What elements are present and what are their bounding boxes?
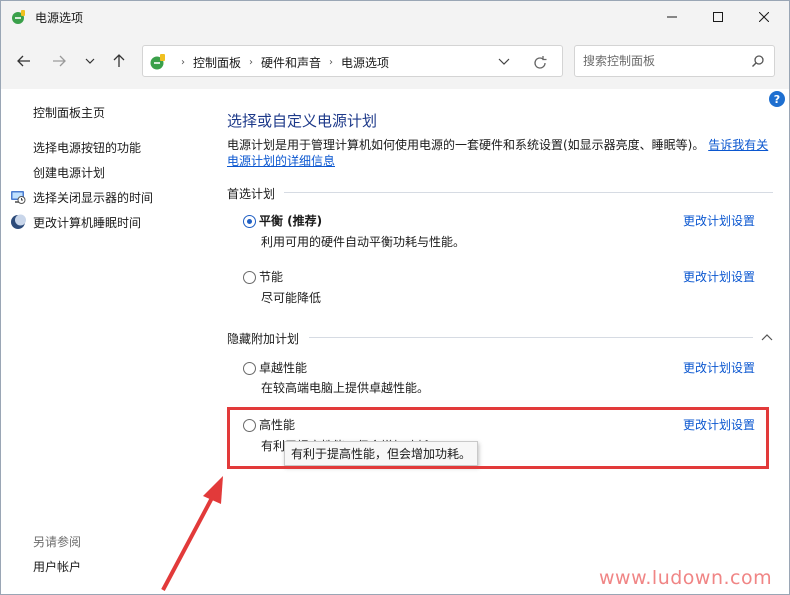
power-options-window: 电源选项 › 控制面板 › 硬件和声音 › 电源选项 搜索控制面板 控制面板主页…	[0, 0, 790, 595]
search-box[interactable]	[574, 45, 775, 77]
user-accounts-link[interactable]: 用户帐户	[33, 558, 81, 575]
window-title: 电源选项	[35, 11, 84, 25]
chevron-down-icon	[85, 58, 95, 64]
forward-button[interactable]	[46, 49, 72, 73]
plan-saver-name[interactable]: 节能	[259, 268, 283, 285]
control-panel-home-link[interactable]: 控制面板主页	[33, 104, 105, 121]
description-text: 电源计划是用于管理计算机如何使用电源的一套硬件和系统设置(如显示器亮度、睡眠等)…	[227, 138, 705, 152]
breadcrumb-hardware-sound[interactable]: 硬件和声音	[261, 54, 321, 71]
plan-ultimate-radio[interactable]	[243, 362, 256, 375]
annotation-arrow-icon	[161, 476, 223, 591]
recent-locations-button[interactable]	[77, 49, 103, 73]
close-icon	[759, 12, 769, 22]
back-button[interactable]	[11, 49, 37, 73]
maximize-button[interactable]	[695, 1, 741, 33]
arrow-left-icon	[17, 55, 30, 67]
plan-balanced-name[interactable]: 平衡 (推荐)	[259, 212, 322, 229]
plan-balanced-change-link[interactable]: 更改计划设置	[683, 212, 755, 229]
sidebar-item-display-off-time[interactable]: 选择关闭显示器的时间	[33, 189, 153, 206]
minimize-button[interactable]	[649, 1, 695, 33]
search-input[interactable]	[583, 52, 743, 70]
minimize-icon	[667, 16, 677, 18]
plan-saver-desc: 尽可能降低	[261, 291, 322, 305]
chevron-up-icon[interactable]	[761, 333, 773, 343]
sidebar-item-power-buttons[interactable]: 选择电源按钮的功能	[33, 139, 141, 156]
help-icon[interactable]: ?	[769, 91, 785, 107]
sidebar-item-sleep-time[interactable]: 更改计算机睡眠时间	[33, 214, 141, 231]
arrow-right-icon	[53, 55, 66, 67]
plan-saver-radio[interactable]	[243, 271, 256, 284]
see-also-heading: 另请参阅	[33, 535, 82, 549]
plan-balanced-desc: 利用可用的硬件自动平衡功耗与性能。	[261, 235, 466, 249]
plan-ultimate-change-link[interactable]: 更改计划设置	[683, 359, 755, 376]
navigation-bar: › 控制面板 › 硬件和声音 › 电源选项	[1, 33, 789, 89]
monitor-clock-icon	[11, 191, 26, 204]
chevron-right-icon: ›	[181, 57, 185, 68]
address-bar[interactable]: › 控制面板 › 硬件和声音 › 电源选项	[142, 45, 563, 77]
power-options-icon	[150, 54, 165, 70]
hidden-plans-heading[interactable]: 隐藏附加计划	[227, 330, 299, 347]
plan-ultimate-desc: 在较高端电脑上提供卓越性能。	[261, 381, 430, 395]
title-bar[interactable]: 电源选项	[1, 1, 789, 33]
breadcrumb-control-panel[interactable]: 控制面板	[193, 54, 241, 71]
power-options-icon	[12, 10, 25, 24]
page-description: 电源计划是用于管理计算机如何使用电源的一套硬件和系统设置(如显示器亮度、睡眠等)…	[227, 137, 777, 169]
chevron-right-icon: ›	[249, 57, 254, 68]
preferred-plans-heading: 首选计划	[227, 187, 276, 201]
address-history-chevron-icon[interactable]	[495, 55, 513, 69]
chevron-right-icon: ›	[329, 57, 334, 68]
sidebar-item-create-plan[interactable]: 创建电源计划	[33, 164, 105, 181]
close-button[interactable]	[741, 1, 787, 33]
section-divider	[284, 192, 773, 193]
watermark: www.ludown.com	[599, 567, 773, 589]
highlight-box	[227, 407, 769, 469]
search-icon[interactable]	[751, 54, 765, 68]
section-divider	[309, 337, 753, 338]
page-title: 选择或自定义电源计划	[227, 112, 378, 130]
breadcrumb: › 控制面板 › 硬件和声音 › 电源选项	[173, 54, 389, 71]
plan-saver-change-link[interactable]: 更改计划设置	[683, 268, 755, 285]
maximize-icon	[713, 12, 723, 22]
plan-balanced-radio[interactable]	[243, 215, 256, 228]
refresh-icon[interactable]	[531, 54, 549, 72]
moon-icon	[11, 214, 26, 229]
breadcrumb-power-options[interactable]: 电源选项	[341, 54, 389, 71]
up-button[interactable]	[106, 49, 132, 73]
arrow-up-icon	[113, 54, 125, 67]
plan-ultimate-name[interactable]: 卓越性能	[259, 359, 307, 376]
